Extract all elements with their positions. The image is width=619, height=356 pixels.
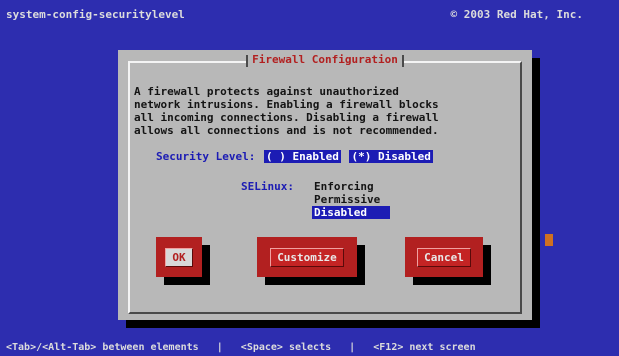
selinux-option-disabled[interactable]: Disabled — [312, 206, 390, 219]
selinux-option-enforcing[interactable]: Enforcing — [312, 180, 390, 193]
security-disabled-radio[interactable]: (*) Disabled — [349, 150, 433, 163]
security-level-row: Security Level: ( ) Enabled (*) Disabled — [156, 150, 433, 163]
cancel-button[interactable]: Cancel — [405, 237, 483, 277]
security-level-label: Security Level: — [156, 150, 256, 163]
ok-button-label: OK — [165, 247, 193, 267]
app-name: system-config-securitylevel — [6, 8, 185, 21]
selinux-listbox[interactable]: Enforcing Permissive Disabled — [312, 180, 390, 219]
security-enabled-radio[interactable]: ( ) Enabled — [263, 150, 341, 163]
terminal-cursor — [545, 234, 553, 246]
dialog-title: Firewall Configuration — [246, 53, 404, 67]
customize-button[interactable]: Customize — [257, 237, 357, 277]
help-bar: <Tab>/<Alt-Tab> between elements | <Spac… — [6, 342, 476, 353]
copyright-text: © 2003 Red Hat, Inc. — [450, 8, 583, 21]
cancel-button-label: Cancel — [417, 247, 471, 267]
ok-button[interactable]: OK — [156, 237, 202, 277]
selinux-label: SELinux: — [241, 180, 294, 193]
firewall-dialog: Firewall Configuration A firewall protec… — [118, 50, 532, 320]
dialog-title-wrap: Firewall Configuration — [118, 53, 532, 67]
dialog-description: A firewall protects against unauthorized… — [134, 85, 439, 137]
selinux-option-permissive[interactable]: Permissive — [312, 193, 390, 206]
customize-button-label: Customize — [270, 247, 344, 267]
